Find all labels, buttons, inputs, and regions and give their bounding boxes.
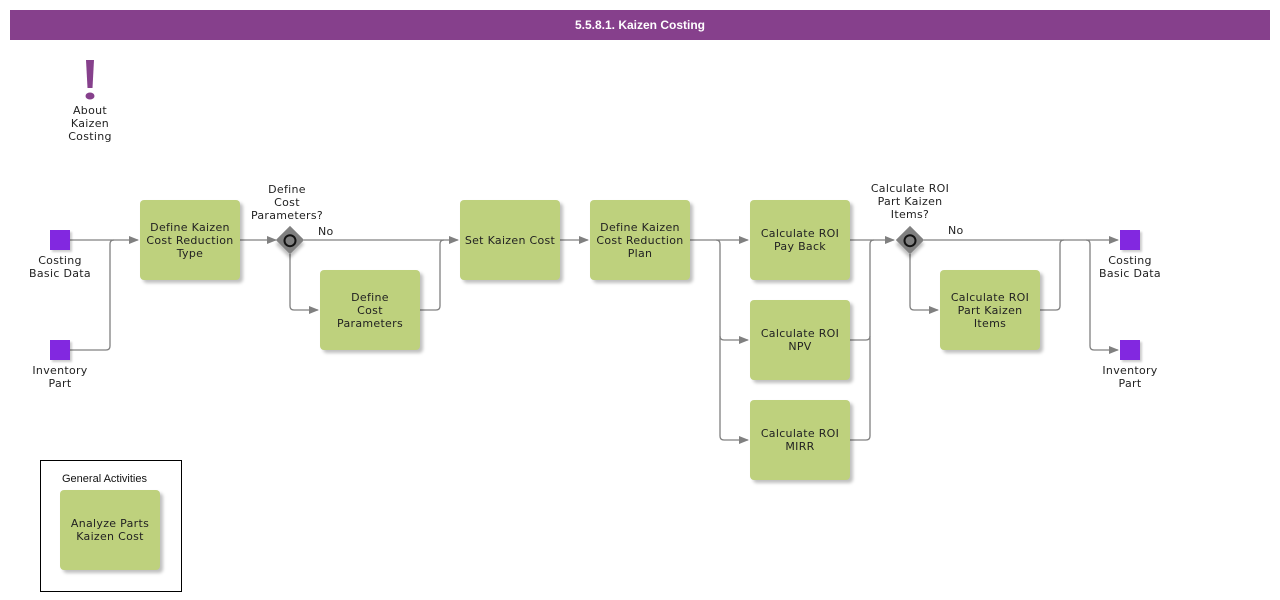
start-event-label: Costing Basic Data [29,254,91,280]
task-calculate-roi-mirr[interactable]: Calculate ROI MIRR [750,400,850,480]
gateway-question: Define Cost Parameters? [250,183,324,222]
start-event-inventory-part[interactable] [50,340,70,360]
task-label: Calculate ROI MIRR [760,427,840,453]
flow-define-params-to-merge [420,239,445,311]
exclamation-icon[interactable] [80,58,100,104]
end-event-costing-basic-data[interactable] [1120,230,1140,250]
task-label: Set Kaizen Cost [464,233,556,247]
task-label: Calculate ROI Pay Back [760,227,840,253]
flow-part-items-to-merge [1040,239,1065,311]
flow-gw2-to-part-items [909,254,939,314]
flow-gw1-to-define-params [289,254,319,314]
general-activities-title: General Activities [62,473,147,485]
start-event-costing-basic-data[interactable] [50,230,70,250]
end-event-label: Costing Basic Data [1099,254,1161,280]
task-label: Analyze Parts Kaizen Cost [70,517,150,543]
flow-plan-to-mirr [719,336,749,444]
task-label: Calculate ROI Part Kaizen Items [950,290,1030,330]
end-event-inventory-part[interactable] [1120,340,1140,360]
task-define-kaizen-cost-reduction-plan[interactable]: Define Kaizen Cost Reduction Plan [590,200,690,280]
flow-npv-to-gw2 [850,239,875,341]
end-event-label: Inventory Part [1102,364,1158,390]
flow-mirr-to-gw2 [850,336,871,441]
gateway-branch-label: No [318,225,334,238]
connectors [70,236,1119,444]
task-define-kaizen-cost-reduction-type[interactable]: Define Kaizen Cost Reduction Type [140,200,240,280]
task-label: Calculate ROI NPV [760,327,840,353]
task-label: Define Cost Parameters [337,290,403,330]
task-define-cost-parameters[interactable]: Define Cost Parameters [320,270,420,350]
flow-plan-to-npv [715,239,749,344]
about-label: About Kaizen Costing [68,104,112,143]
task-set-kaizen-cost[interactable]: Set Kaizen Cost [460,200,560,280]
task-calculate-roi-part-kaizen-items[interactable]: Calculate ROI Part Kaizen Items [940,270,1040,350]
task-calculate-roi-pay-back[interactable]: Calculate ROI Pay Back [750,200,850,280]
task-label: Define Kaizen Cost Reduction Type [146,220,234,260]
gateway-branch-label: No [948,224,964,237]
task-analyze-parts-kaizen-cost[interactable]: Analyze Parts Kaizen Cost [60,490,160,570]
gateway-question: Calculate ROI Part Kaizen Items? [870,182,950,221]
start-event-label: Inventory Part [32,364,88,390]
task-label: Define Kaizen Cost Reduction Plan [596,220,684,260]
task-calculate-roi-npv[interactable]: Calculate ROI NPV [750,300,850,380]
